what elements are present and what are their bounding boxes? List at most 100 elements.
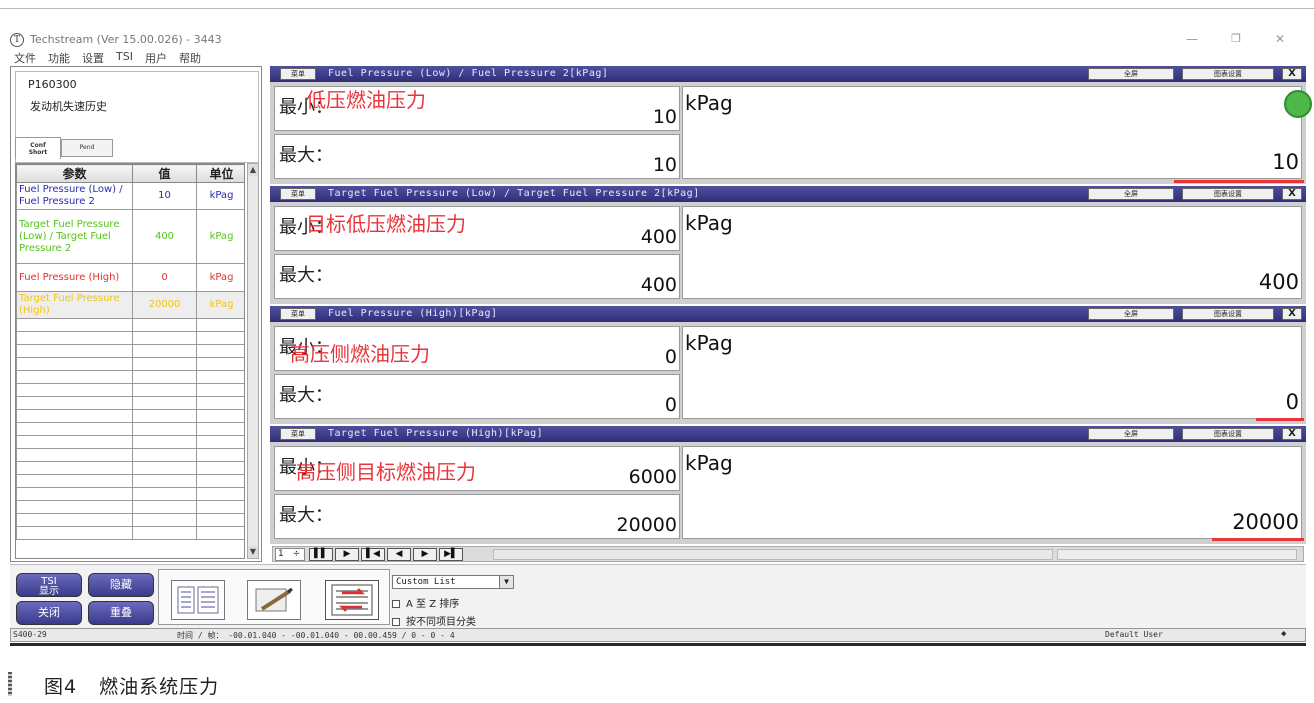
graph-title: Fuel Pressure (High)[kPag] [328,308,498,319]
menu-function[interactable]: 功能 [48,50,70,65]
play-button[interactable]: ▶ [335,548,359,561]
annotation-label: 高压侧燃油压力 [290,342,430,366]
table-cell-value: 400 [132,209,197,264]
graph-menu-button[interactable]: 菜单 [280,188,316,200]
table-row-empty [16,500,244,514]
graph-menu-button[interactable]: 菜单 [280,68,316,80]
group-by-item-checkbox[interactable]: 按不同项目分类 [392,613,476,628]
table-cell-unit: kPag [196,291,244,319]
menu-tsi[interactable]: TSI [116,50,133,64]
tsi-display-button[interactable]: TSI 显示 [16,573,82,597]
sort-a-z-checkbox[interactable]: A 至 Z 排序 [392,595,459,610]
fullscreen-button[interactable]: 全屏 [1088,188,1174,200]
view-tools-frame [158,569,390,625]
current-value: 400 [1258,270,1299,294]
column-header-value[interactable]: 值 [132,164,197,183]
menu-help[interactable]: 帮助 [179,50,201,65]
table-cell-empty [16,448,133,462]
bottom-border-line [10,643,1306,646]
graph-close-button[interactable]: X [1282,188,1302,200]
list-view-icon[interactable] [171,580,225,620]
menu-user[interactable]: 用户 [145,50,167,65]
column-header-parameter[interactable]: 参数 [16,164,133,183]
table-row[interactable]: Target Fuel Pressure (Low) / Target Fuel… [16,209,244,264]
status-indicator-icon: ◆ [1281,629,1287,639]
menu-file[interactable]: 文件 [14,50,36,65]
table-row-empty [16,461,244,475]
table-row[interactable]: Fuel Pressure (High) 0 kPag [16,263,244,292]
graph-close-button[interactable]: X [1282,428,1302,440]
freeze-frame-tabs: Conf Short Pend [15,137,113,159]
skip-end-button[interactable]: ▶▌ [439,548,463,561]
table-row[interactable]: Target Fuel Pressure (High) 20000 kPag [16,291,244,319]
step-back-button[interactable]: ◀ [387,548,411,561]
fullscreen-button[interactable]: 全屏 [1088,68,1174,80]
bottom-toolbar: TSI 显示 隐藏 关闭 重叠 Custom List ▼ A 至 Z 排序 按… [10,564,1306,628]
chart-settings-button[interactable]: 图表设置 [1182,68,1274,80]
close-button[interactable]: 关闭 [16,601,82,625]
skip-start-button[interactable]: ▌◀ [361,548,385,561]
table-cell-empty [196,396,244,410]
chart-settings-button[interactable]: 图表设置 [1182,188,1274,200]
chart-settings-button[interactable]: 图表设置 [1182,308,1274,320]
table-cell-empty [196,513,244,527]
restore-icon[interactable]: ❐ [1224,30,1248,48]
table-scrollbar[interactable]: ▲ ▼ [247,163,259,559]
table-cell-empty [196,474,244,488]
max-label: 最大： [279,265,333,286]
table-cell-empty [132,526,197,540]
swap-order-icon[interactable] [325,580,379,620]
left-panel: P160300 发动机失速历史 Conf Short Pend 参数 值 单位 … [10,66,262,562]
table-row-empty [16,331,244,345]
fullscreen-button[interactable]: 全屏 [1088,308,1174,320]
pause-button[interactable]: ▌▌ [309,548,333,561]
table-row-empty [16,383,244,397]
graph-header: 菜单 Fuel Pressure (Low) / Fuel Pressure 2[… [270,66,1306,82]
annotation-underline [1256,418,1304,421]
frame-spinner[interactable]: 1 ÷ [275,548,305,561]
fullscreen-button[interactable]: 全屏 [1088,428,1174,440]
max-value: 0 [664,394,677,416]
tab-conf-short[interactable]: Conf Short [15,137,61,159]
table-cell-name: Fuel Pressure (Low) / Fuel Pressure 2 [16,182,133,210]
minimize-icon[interactable]: — [1180,30,1204,48]
table-cell-empty [132,487,197,501]
graph-edit-icon[interactable] [247,580,301,620]
graph-header: 菜单 Target Fuel Pressure (Low) / Target Fu… [270,186,1306,202]
timeline-scrollbar[interactable] [493,549,1053,560]
close-icon[interactable]: ✕ [1268,30,1292,48]
graph-menu-button[interactable]: 菜单 [280,308,316,320]
menu-settings[interactable]: 设置 [82,50,104,65]
table-cell-empty [16,318,133,332]
table-cell-empty [196,383,244,397]
scroll-up-icon[interactable]: ▲ [248,164,258,176]
step-forward-button[interactable]: ▶ [413,548,437,561]
scroll-thumb[interactable] [248,176,258,546]
chart-settings-button[interactable]: 图表设置 [1182,428,1274,440]
table-cell-empty [196,331,244,345]
checkbox-box[interactable] [392,600,400,608]
table-cell-name: Target Fuel Pressure (High) [16,291,133,319]
column-header-unit[interactable]: 单位 [196,164,244,183]
graph-header: 菜单 Fuel Pressure (High)[kPag] 全屏 图表设置 X [270,306,1306,322]
scroll-down-icon[interactable]: ▼ [248,546,258,558]
table-cell-empty [196,344,244,358]
graph-close-button[interactable]: X [1282,68,1302,80]
min-value: 10 [652,106,677,128]
unit-label: kPag [685,331,733,355]
graph-menu-button[interactable]: 菜单 [280,428,316,440]
chevron-down-icon[interactable]: ▼ [499,576,513,588]
table-cell-empty [132,422,197,436]
hide-button[interactable]: 隐藏 [88,573,154,597]
current-value: 20000 [1232,510,1299,534]
dtc-code: P160300 [28,78,77,91]
graph-close-button[interactable]: X [1282,308,1302,320]
max-value: 400 [640,274,677,296]
overlap-button[interactable]: 重叠 [88,601,154,625]
tab-pend[interactable]: Pend [61,139,113,157]
custom-list-select[interactable]: Custom List ▼ [392,575,514,589]
timeline-scrollbar-right[interactable] [1057,549,1297,560]
table-cell-empty [16,422,133,436]
checkbox-box[interactable] [392,618,400,626]
table-row[interactable]: Fuel Pressure (Low) / Fuel Pressure 2 10 k… [16,182,244,210]
